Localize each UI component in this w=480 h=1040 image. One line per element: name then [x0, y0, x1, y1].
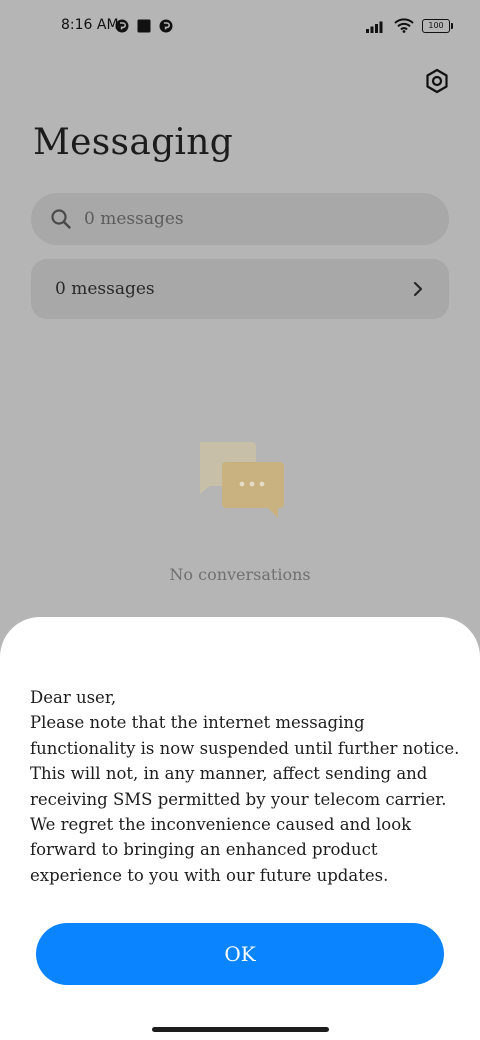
search-icon: [51, 209, 71, 229]
signal-icon: [366, 21, 383, 33]
stop-square-icon: [137, 19, 151, 33]
ok-button[interactable]: OK: [36, 923, 444, 985]
notice-dialog: Dear user, Please note that the internet…: [0, 617, 480, 1040]
home-indicator[interactable]: [152, 1027, 329, 1032]
battery-level: 100: [428, 20, 444, 30]
wifi-icon: [394, 18, 414, 33]
status-system-icons: 100: [366, 18, 453, 33]
status-time: 8:16 AM: [61, 17, 119, 33]
chat-bubbles-icon: [200, 442, 284, 518]
status-notification-icons: [115, 19, 173, 33]
status-bar: 8:16 AM 100: [0, 0, 480, 56]
page-title: Messaging: [33, 122, 234, 163]
battery-icon: 100: [422, 18, 453, 33]
messages-row-label: 0 messages: [55, 279, 155, 299]
notification-app-icon: [115, 19, 129, 33]
search-bar[interactable]: [31, 193, 449, 245]
dialog-body: Please note that the internet messaging …: [30, 713, 460, 885]
empty-state-text: No conversations: [169, 565, 311, 584]
search-input[interactable]: [82, 208, 406, 230]
gear-icon[interactable]: [424, 68, 450, 94]
dialog-greeting: Dear user,: [30, 688, 117, 707]
notification-app-icon: [159, 19, 173, 33]
chevron-right-icon: [413, 281, 423, 297]
messages-row[interactable]: 0 messages: [31, 259, 449, 319]
dialog-message: Dear user, Please note that the internet…: [30, 685, 464, 888]
